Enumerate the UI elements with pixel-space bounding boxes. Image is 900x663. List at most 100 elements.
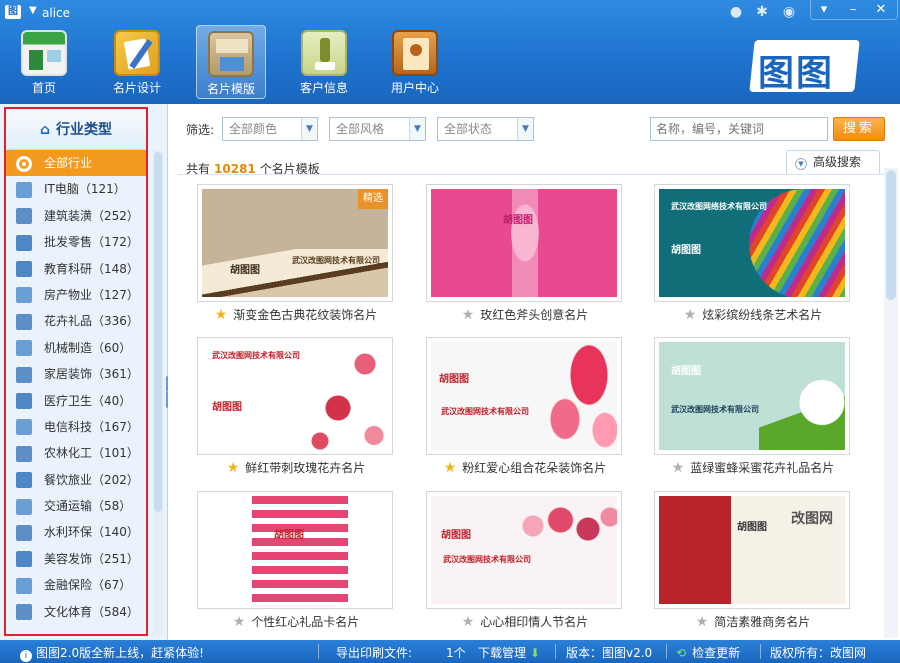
favorite-star-icon[interactable]: ★ [233, 614, 246, 630]
template-thumbnail[interactable]: 胡图图 武汉改图网技术有限公司 [431, 342, 617, 450]
announcement[interactable]: i 图图2.0版全新上线，赶紧体验! [20, 644, 204, 662]
template-thumbnail[interactable]: 胡图图 改图网 [659, 496, 845, 604]
style-filter-select[interactable]: 全部风格 ▼ [329, 117, 426, 141]
chevron-down-icon: ▼ [795, 158, 807, 170]
template-caption[interactable]: ★ 炫彩缤纷线条艺术名片 [638, 306, 868, 323]
template-badge: 精选 [358, 189, 388, 209]
export-count[interactable]: 1个 [446, 644, 466, 661]
card-company: 武汉改图网技术有限公司 [671, 405, 759, 414]
template-caption-text: 蓝绿蜜蜂采蜜花卉礼品名片 [690, 461, 835, 475]
card-company: 武汉改图网技术有限公司 [443, 555, 531, 564]
favorite-star-icon[interactable]: ★ [462, 307, 475, 323]
favorite-star-icon[interactable]: ★ [444, 460, 457, 476]
sidebar-scroll-thumb[interactable] [154, 152, 162, 512]
content-scroll-thumb[interactable] [886, 170, 896, 300]
refresh-icon: ⟲ [676, 646, 687, 660]
nav-card-design[interactable]: 名片设计 [102, 25, 172, 99]
favorite-star-icon[interactable]: ★ [672, 460, 685, 476]
status-separator [318, 644, 319, 659]
user-center-icon [392, 30, 438, 76]
nav-card-templates[interactable]: 名片模版 [196, 25, 266, 99]
sidebar-highlight-frame [4, 107, 148, 636]
design-icon [114, 30, 160, 76]
minimize-button[interactable]: – [840, 0, 866, 20]
username[interactable]: alice [42, 6, 70, 20]
status-filter-select[interactable]: 全部状态 ▼ [437, 117, 534, 141]
card-holder-name: 胡图图 [274, 530, 304, 541]
template-caption[interactable]: ★ 玫红色斧头创意名片 [410, 306, 640, 323]
template-thumbnail[interactable]: 胡图图 武汉改图网技术有限公司 [202, 342, 388, 450]
template-thumbnail[interactable]: 胡图图 武汉改图网技术有限公司 精选 [202, 189, 388, 297]
template-thumbnail[interactable]: 胡图图 武汉改图网络技术有限公司 [659, 189, 845, 297]
template-caption-text: 简洁素雅商务名片 [714, 615, 811, 629]
favorite-star-icon[interactable]: ★ [684, 307, 697, 323]
favorite-star-icon[interactable]: ★ [696, 614, 709, 630]
user-menu-caret-icon[interactable]: ▼ [29, 5, 37, 16]
template-caption[interactable]: ★ 个性红心礼品卡名片 [181, 613, 411, 630]
template-caption-text: 炫彩缤纷线条艺术名片 [702, 308, 823, 322]
card-company: 武汉改图网技术有限公司 [441, 407, 529, 416]
download-label: 下载管理 [478, 646, 527, 660]
download-arrow-icon: ⬇ [530, 646, 541, 660]
logo-text: 图图 [758, 52, 835, 94]
template-card[interactable]: 胡图图 [197, 491, 393, 609]
advanced-search-label: 高级搜索 [813, 155, 862, 169]
nav-user-center[interactable]: 用户中心 [380, 25, 450, 99]
card-holder-name: 胡图图 [503, 215, 533, 226]
check-update[interactable]: ⟲ 检查更新 [676, 644, 740, 661]
nav-card-templates-label: 名片模版 [206, 82, 255, 96]
template-card[interactable]: 胡图图 武汉改图网技术有限公司 精选 [197, 184, 393, 302]
nav-customer-info[interactable]: 客户信息 [289, 25, 359, 99]
card-holder-name: 胡图图 [737, 522, 767, 533]
template-thumbnail[interactable]: 胡图图武汉改图网技术有限公司 [659, 342, 845, 450]
template-caption[interactable]: ★ 鲜红带刺玫瑰花卉名片 [181, 459, 411, 476]
template-card[interactable]: 胡图图 武汉改图网技术有限公司 [426, 491, 622, 609]
template-caption[interactable]: ★ 心心相印情人节名片 [410, 613, 640, 630]
chat-icon[interactable]: ◉ [780, 3, 798, 21]
template-card[interactable]: 胡图图 武汉改图网技术有限公司 [426, 337, 622, 455]
nav-card-design-label: 名片设计 [112, 81, 161, 95]
window-menu-button[interactable]: ▾ [811, 0, 837, 20]
template-thumbnail[interactable]: 胡图图 武汉改图网技术有限公司 [431, 496, 617, 604]
status-filter-value: 全部状态 [444, 122, 493, 136]
customer-icon [301, 30, 347, 76]
template-caption-text: 鲜红带刺玫瑰花卉名片 [245, 461, 366, 475]
color-filter-select[interactable]: 全部颜色 ▼ [222, 117, 318, 141]
template-card[interactable]: 胡图图武汉改图网技术有限公司 [654, 337, 850, 455]
template-caption[interactable]: ★ 蓝绿蜜蜂采蜜花卉礼品名片 [638, 459, 868, 476]
template-card[interactable]: 胡图图 改图网 [654, 491, 850, 609]
nav-home[interactable]: 首页 [9, 25, 79, 99]
template-caption-text: 粉红爱心组合花朵装饰名片 [462, 461, 607, 475]
card-company: 武汉改图网技术有限公司 [212, 351, 300, 360]
chevron-down-icon: ▼ [517, 118, 533, 140]
template-thumbnail[interactable]: 胡图图 [202, 496, 388, 604]
bell-icon[interactable]: ● [727, 3, 745, 21]
favorite-star-icon[interactable]: ★ [215, 307, 228, 323]
search-input[interactable] [650, 117, 828, 141]
chevron-down-icon: ▼ [301, 118, 317, 140]
download-manager[interactable]: 下载管理 ⬇ [478, 644, 540, 661]
gear-icon[interactable]: ✱ [753, 3, 771, 21]
close-button[interactable]: ✕ [868, 0, 894, 20]
export-label: 导出印刷文件: [336, 646, 413, 660]
template-caption[interactable]: ★ 简洁素雅商务名片 [638, 613, 868, 630]
status-separator [555, 644, 556, 659]
template-caption-text: 玫红色斧头创意名片 [480, 308, 589, 322]
favorite-star-icon[interactable]: ★ [227, 460, 240, 476]
card-decoration [759, 342, 845, 450]
status-bar: i 图图2.0版全新上线，赶紧体验! 导出印刷文件: 1个 下载管理 ⬇ 版本：图图… [0, 640, 900, 663]
card-holder-name: 胡图图 [671, 366, 701, 377]
advanced-search-toggle[interactable]: ▼ 高级搜索 [786, 150, 880, 174]
favorite-star-icon[interactable]: ★ [462, 614, 475, 630]
copyright-text: 版权所有：改图网 [770, 646, 867, 660]
card-decoration [541, 342, 617, 450]
card-holder-name: 胡图图 [671, 245, 701, 256]
template-card[interactable]: 胡图图 武汉改图网络技术有限公司 [654, 184, 850, 302]
template-caption[interactable]: ★ 粉红爱心组合花朵装饰名片 [410, 459, 640, 476]
template-card[interactable]: 胡图图 武汉改图网技术有限公司 [197, 337, 393, 455]
search-button[interactable]: 搜索 [833, 117, 885, 141]
app-logo-icon: 图 [5, 5, 21, 19]
template-thumbnail[interactable]: 胡图图 [431, 189, 617, 297]
template-card[interactable]: 胡图图 [426, 184, 622, 302]
template-caption[interactable]: ★ 渐变金色古典花纹装饰名片 [181, 306, 411, 323]
